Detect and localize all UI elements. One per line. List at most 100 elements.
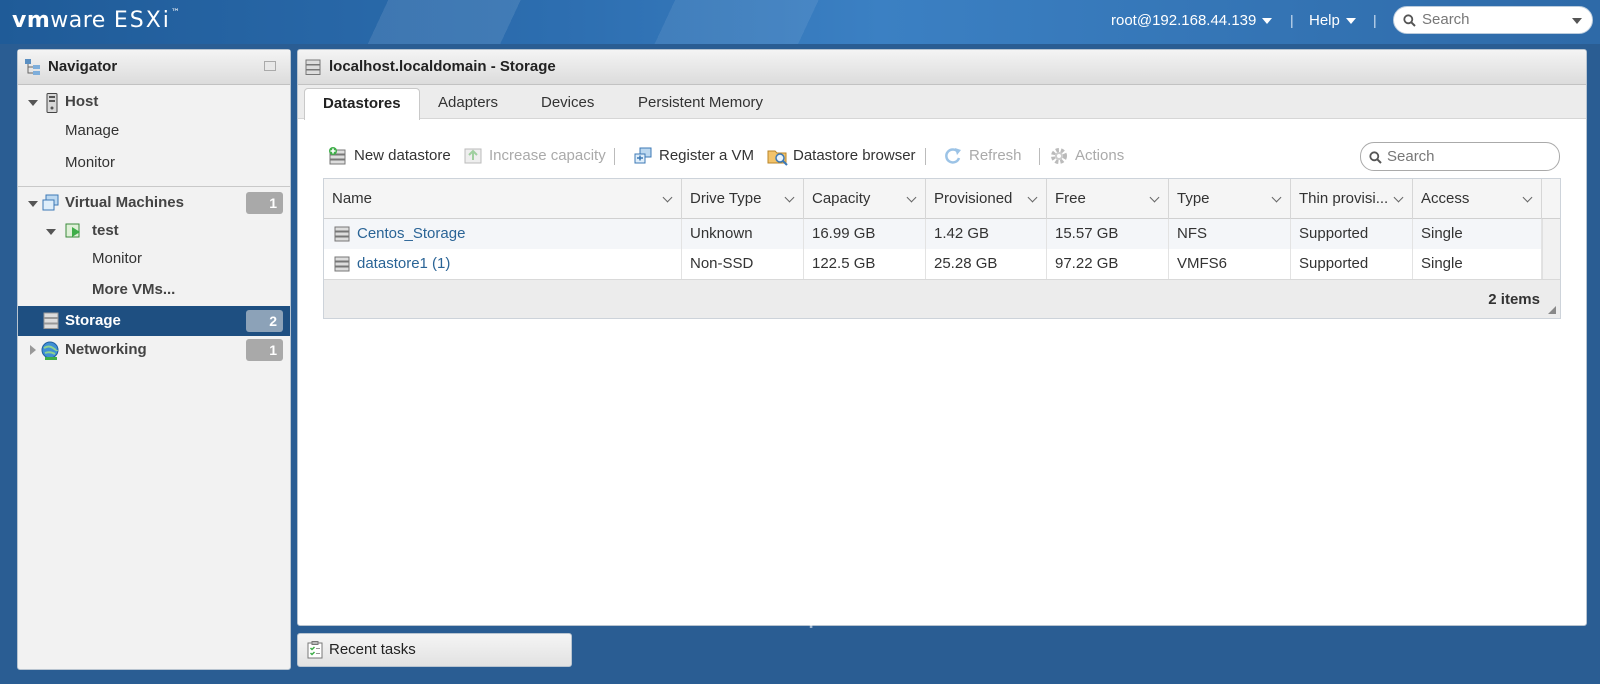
global-search-placeholder: Search xyxy=(1422,11,1470,28)
column-header-name[interactable]: Name xyxy=(324,179,682,219)
column-header-access[interactable]: Access xyxy=(1413,179,1542,219)
tab-persistent-memory[interactable]: Persistent Memory xyxy=(620,88,781,119)
nav-item-host-label: Host xyxy=(65,93,99,110)
nav-item-vm-label: test xyxy=(92,222,119,239)
column-header-thin-provisioning[interactable]: Thin provisi... xyxy=(1291,179,1413,219)
nav-item-label: Monitor xyxy=(65,154,116,171)
datastore-name-link[interactable]: datastore1 (1) xyxy=(324,249,682,279)
navigator-title: Navigator xyxy=(48,58,118,75)
logo-product: ESXi xyxy=(113,8,171,33)
watermark: mostaql.com xyxy=(705,596,898,629)
nav-item-virtual-machines-label: Virtual Machines xyxy=(65,194,184,211)
chevron-down-icon[interactable] xyxy=(1522,192,1533,203)
nav-item-virtual-machines[interactable]: Virtual Machines 1 xyxy=(18,188,290,218)
tab-devices[interactable]: Devices xyxy=(523,88,612,119)
collapse-arrow-icon[interactable] xyxy=(28,201,38,207)
chevron-down-icon[interactable] xyxy=(1027,192,1038,203)
menu-separator: | xyxy=(1373,12,1377,28)
page-title: localhost.localdomain - Storage xyxy=(329,58,556,75)
column-header-type[interactable]: Type xyxy=(1169,179,1291,219)
nav-divider xyxy=(18,186,290,187)
count-badge: 2 xyxy=(246,310,283,332)
top-bar: vmware ESXi™ root@192.168.44.139 | Help |… xyxy=(0,0,1600,44)
chevron-down-icon[interactable] xyxy=(1572,18,1582,24)
refresh-label: Refresh xyxy=(969,147,1022,164)
chevron-down-icon[interactable] xyxy=(662,192,673,203)
nav-item-host[interactable]: Host xyxy=(18,87,290,117)
main-panel-header: localhost.localdomain - Storage xyxy=(298,50,1586,85)
column-header-free[interactable]: Free xyxy=(1047,179,1169,219)
navigator-tree-icon xyxy=(25,59,40,75)
collapse-arrow-icon[interactable] xyxy=(28,100,38,106)
table-cell: NFS xyxy=(1169,219,1291,249)
new-datastore-icon xyxy=(329,147,346,165)
recent-tasks-button[interactable]: Recent tasks xyxy=(297,633,572,667)
nav-item-host-manage[interactable]: Manage xyxy=(18,116,290,146)
storage-icon xyxy=(305,59,321,75)
column-header-provisioned[interactable]: Provisioned xyxy=(926,179,1047,219)
nav-item-storage-label: Storage xyxy=(65,312,121,329)
column-header-label: Drive Type xyxy=(690,190,762,207)
column-header-capacity[interactable]: Capacity xyxy=(804,179,926,219)
nav-item-vm-test[interactable]: test xyxy=(18,216,290,246)
count-badge: 1 xyxy=(246,192,283,214)
datastore-search-input[interactable]: Search xyxy=(1360,142,1560,171)
gear-icon xyxy=(1051,148,1067,164)
global-search-input[interactable]: Search xyxy=(1393,6,1593,34)
chevron-down-icon[interactable] xyxy=(1393,192,1404,203)
column-header-label: Name xyxy=(332,190,373,207)
table-row[interactable]: Centos_Storage Unknown 16.99 GB 1.42 GB … xyxy=(324,219,1542,249)
actions-label: Actions xyxy=(1075,147,1125,164)
nav-item-storage[interactable]: Storage 2 xyxy=(18,306,290,336)
column-header-drive-type[interactable]: Drive Type xyxy=(682,179,804,219)
cell-text: datastore1 (1) xyxy=(357,255,451,272)
table-cell: Non-SSD xyxy=(682,249,804,279)
nav-item-host-monitor[interactable]: Monitor xyxy=(18,148,290,178)
register-vm-label: Register a VM xyxy=(659,147,755,164)
tab-datastores[interactable]: Datastores xyxy=(304,88,420,120)
nav-item-networking[interactable]: Networking 1 xyxy=(18,335,290,365)
column-header-label: Provisioned xyxy=(934,190,1013,207)
table-cell: 16.99 GB xyxy=(804,219,926,249)
datastores-table: Name Drive Type Capacity Provisioned Fre… xyxy=(323,178,1561,319)
nav-item-vm-monitor[interactable]: Monitor xyxy=(18,244,290,274)
tab-adapters[interactable]: Adapters xyxy=(420,88,516,119)
table-scrollbar[interactable] xyxy=(1542,219,1560,279)
tab-label: Persistent Memory xyxy=(638,94,764,111)
tab-label: Devices xyxy=(541,94,595,111)
recent-tasks-label: Recent tasks xyxy=(329,641,416,658)
new-datastore-label: New datastore xyxy=(354,147,451,164)
nav-item-more-vms[interactable]: More VMs... xyxy=(18,275,290,305)
chevron-down-icon[interactable] xyxy=(906,192,917,203)
column-header-label: Free xyxy=(1055,190,1086,207)
datastore-name-link[interactable]: Centos_Storage xyxy=(324,219,682,249)
column-header-label: Type xyxy=(1177,190,1210,207)
navigator-header: Navigator xyxy=(18,50,290,85)
collapse-arrow-icon[interactable] xyxy=(46,229,56,235)
table-row[interactable]: datastore1 (1) Non-SSD 122.5 GB 25.28 GB… xyxy=(324,249,1542,279)
logo-ware: ware xyxy=(50,8,106,33)
host-icon xyxy=(46,93,58,113)
user-menu[interactable]: root@192.168.44.139 xyxy=(1111,12,1273,29)
table-cell: Single xyxy=(1413,219,1542,249)
table-cell: 25.28 GB xyxy=(926,249,1047,279)
search-icon xyxy=(1403,14,1416,27)
expand-arrow-icon[interactable] xyxy=(30,345,36,355)
nav-item-networking-label: Networking xyxy=(65,341,147,358)
storage-icon xyxy=(43,312,59,329)
minimize-icon[interactable] xyxy=(264,61,276,71)
toolbar-separator xyxy=(925,148,926,165)
table-footer: 2 items xyxy=(324,279,1560,318)
chevron-down-icon[interactable] xyxy=(784,192,795,203)
table-cell: Supported xyxy=(1291,249,1413,279)
help-menu[interactable]: Help xyxy=(1309,12,1356,29)
resize-grip-icon[interactable] xyxy=(1548,306,1556,314)
tabs-bar: Datastores Adapters Devices Persistent M… xyxy=(298,85,1586,120)
chevron-down-icon[interactable] xyxy=(1271,192,1282,203)
search-icon xyxy=(1369,151,1382,164)
datastore-search-placeholder: Search xyxy=(1387,148,1435,165)
networking-globe-icon xyxy=(41,341,59,360)
chevron-down-icon[interactable] xyxy=(1149,192,1160,203)
table-cell: 1.42 GB xyxy=(926,219,1047,249)
table-cell: Single xyxy=(1413,249,1542,279)
